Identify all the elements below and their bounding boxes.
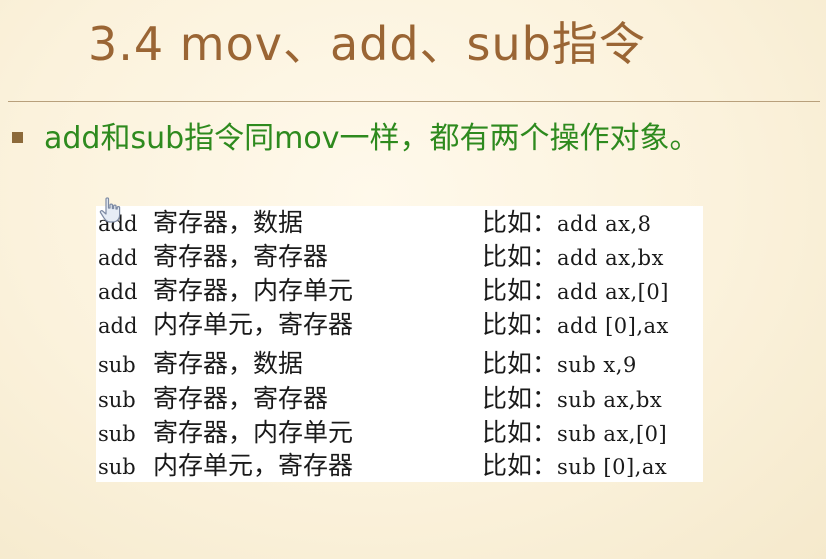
example-code: add ax,8 xyxy=(557,212,652,236)
example-code: add ax,bx xyxy=(557,246,664,270)
example-code: add ax,[0] xyxy=(557,280,669,304)
table-row: sub 内存单元，寄存器 比如：sub [0],ax xyxy=(96,449,703,483)
row-example: 比如：add ax,8 xyxy=(482,208,652,239)
bullet-square-icon xyxy=(12,132,23,143)
row-operands: 内存单元，寄存器 xyxy=(153,310,354,339)
slide: 3.4 mov、add、sub指令 add和sub指令同mov一样，都有两个操作… xyxy=(0,0,826,559)
row-op: add xyxy=(98,246,138,270)
slide-title: 3.4 mov、add、sub指令 xyxy=(88,17,646,71)
table-row: sub 寄存器，内存单元 比如：sub ax,[0] xyxy=(96,416,703,450)
example-label: 比如： xyxy=(482,276,558,305)
title-divider xyxy=(8,101,820,102)
row-operands: 寄存器，内存单元 xyxy=(153,418,354,447)
row-op: add xyxy=(98,314,138,338)
example-label: 比如： xyxy=(482,208,558,237)
row-example: 比如：add ax,[0] xyxy=(482,276,669,307)
row-example: 比如：add ax,bx xyxy=(482,242,664,273)
row-op: sub xyxy=(98,455,136,479)
row-op: add xyxy=(98,280,138,304)
table-row: sub 寄存器，寄存器 比如：sub ax,bx xyxy=(96,382,703,416)
example-code: sub ax,[0] xyxy=(557,422,668,446)
row-operands: 寄存器，数据 xyxy=(153,349,304,378)
row-operands: 内存单元，寄存器 xyxy=(153,451,354,480)
table-row: add 寄存器，寄存器 比如：add ax,bx xyxy=(96,240,703,274)
example-label: 比如： xyxy=(482,451,558,480)
row-example: 比如：add [0],ax xyxy=(482,310,669,341)
row-operands: 寄存器，内存单元 xyxy=(153,276,354,305)
example-label: 比如： xyxy=(482,349,558,378)
example-code: add [0],ax xyxy=(557,314,669,338)
example-label: 比如： xyxy=(482,384,558,413)
row-operands: 寄存器，寄存器 xyxy=(153,242,329,271)
row-op: sub xyxy=(98,353,136,377)
row-example: 比如：sub [0],ax xyxy=(482,451,667,482)
row-operands: 寄存器，寄存器 xyxy=(153,384,329,413)
row-op: sub xyxy=(98,388,136,412)
row-example: 比如：sub ax,[0] xyxy=(482,418,667,449)
table-row: add 内存单元，寄存器 比如：add [0],ax xyxy=(96,308,703,342)
example-code: sub ax,bx xyxy=(557,388,663,412)
example-label: 比如： xyxy=(482,242,558,271)
example-code: sub [0],ax xyxy=(557,455,668,479)
example-code: sub x,9 xyxy=(557,353,637,377)
example-label: 比如： xyxy=(482,310,558,339)
bullet-text: add和sub指令同mov一样，都有两个操作对象。 xyxy=(44,121,700,156)
row-op: sub xyxy=(98,422,136,446)
row-example: 比如：sub x,9 xyxy=(482,349,637,380)
row-example: 比如：sub ax,bx xyxy=(482,384,662,415)
instruction-table: add 寄存器，数据 比如：add ax,8 add 寄存器，寄存器 比如：ad… xyxy=(96,206,703,482)
hand-pointer-icon xyxy=(97,196,127,224)
row-operands: 寄存器，数据 xyxy=(153,208,304,237)
example-label: 比如： xyxy=(482,418,558,447)
table-row: sub 寄存器，数据 比如：sub x,9 xyxy=(96,347,703,381)
table-row: add 寄存器，数据 比如：add ax,8 xyxy=(96,206,703,240)
table-row: add 寄存器，内存单元 比如：add ax,[0] xyxy=(96,274,703,308)
